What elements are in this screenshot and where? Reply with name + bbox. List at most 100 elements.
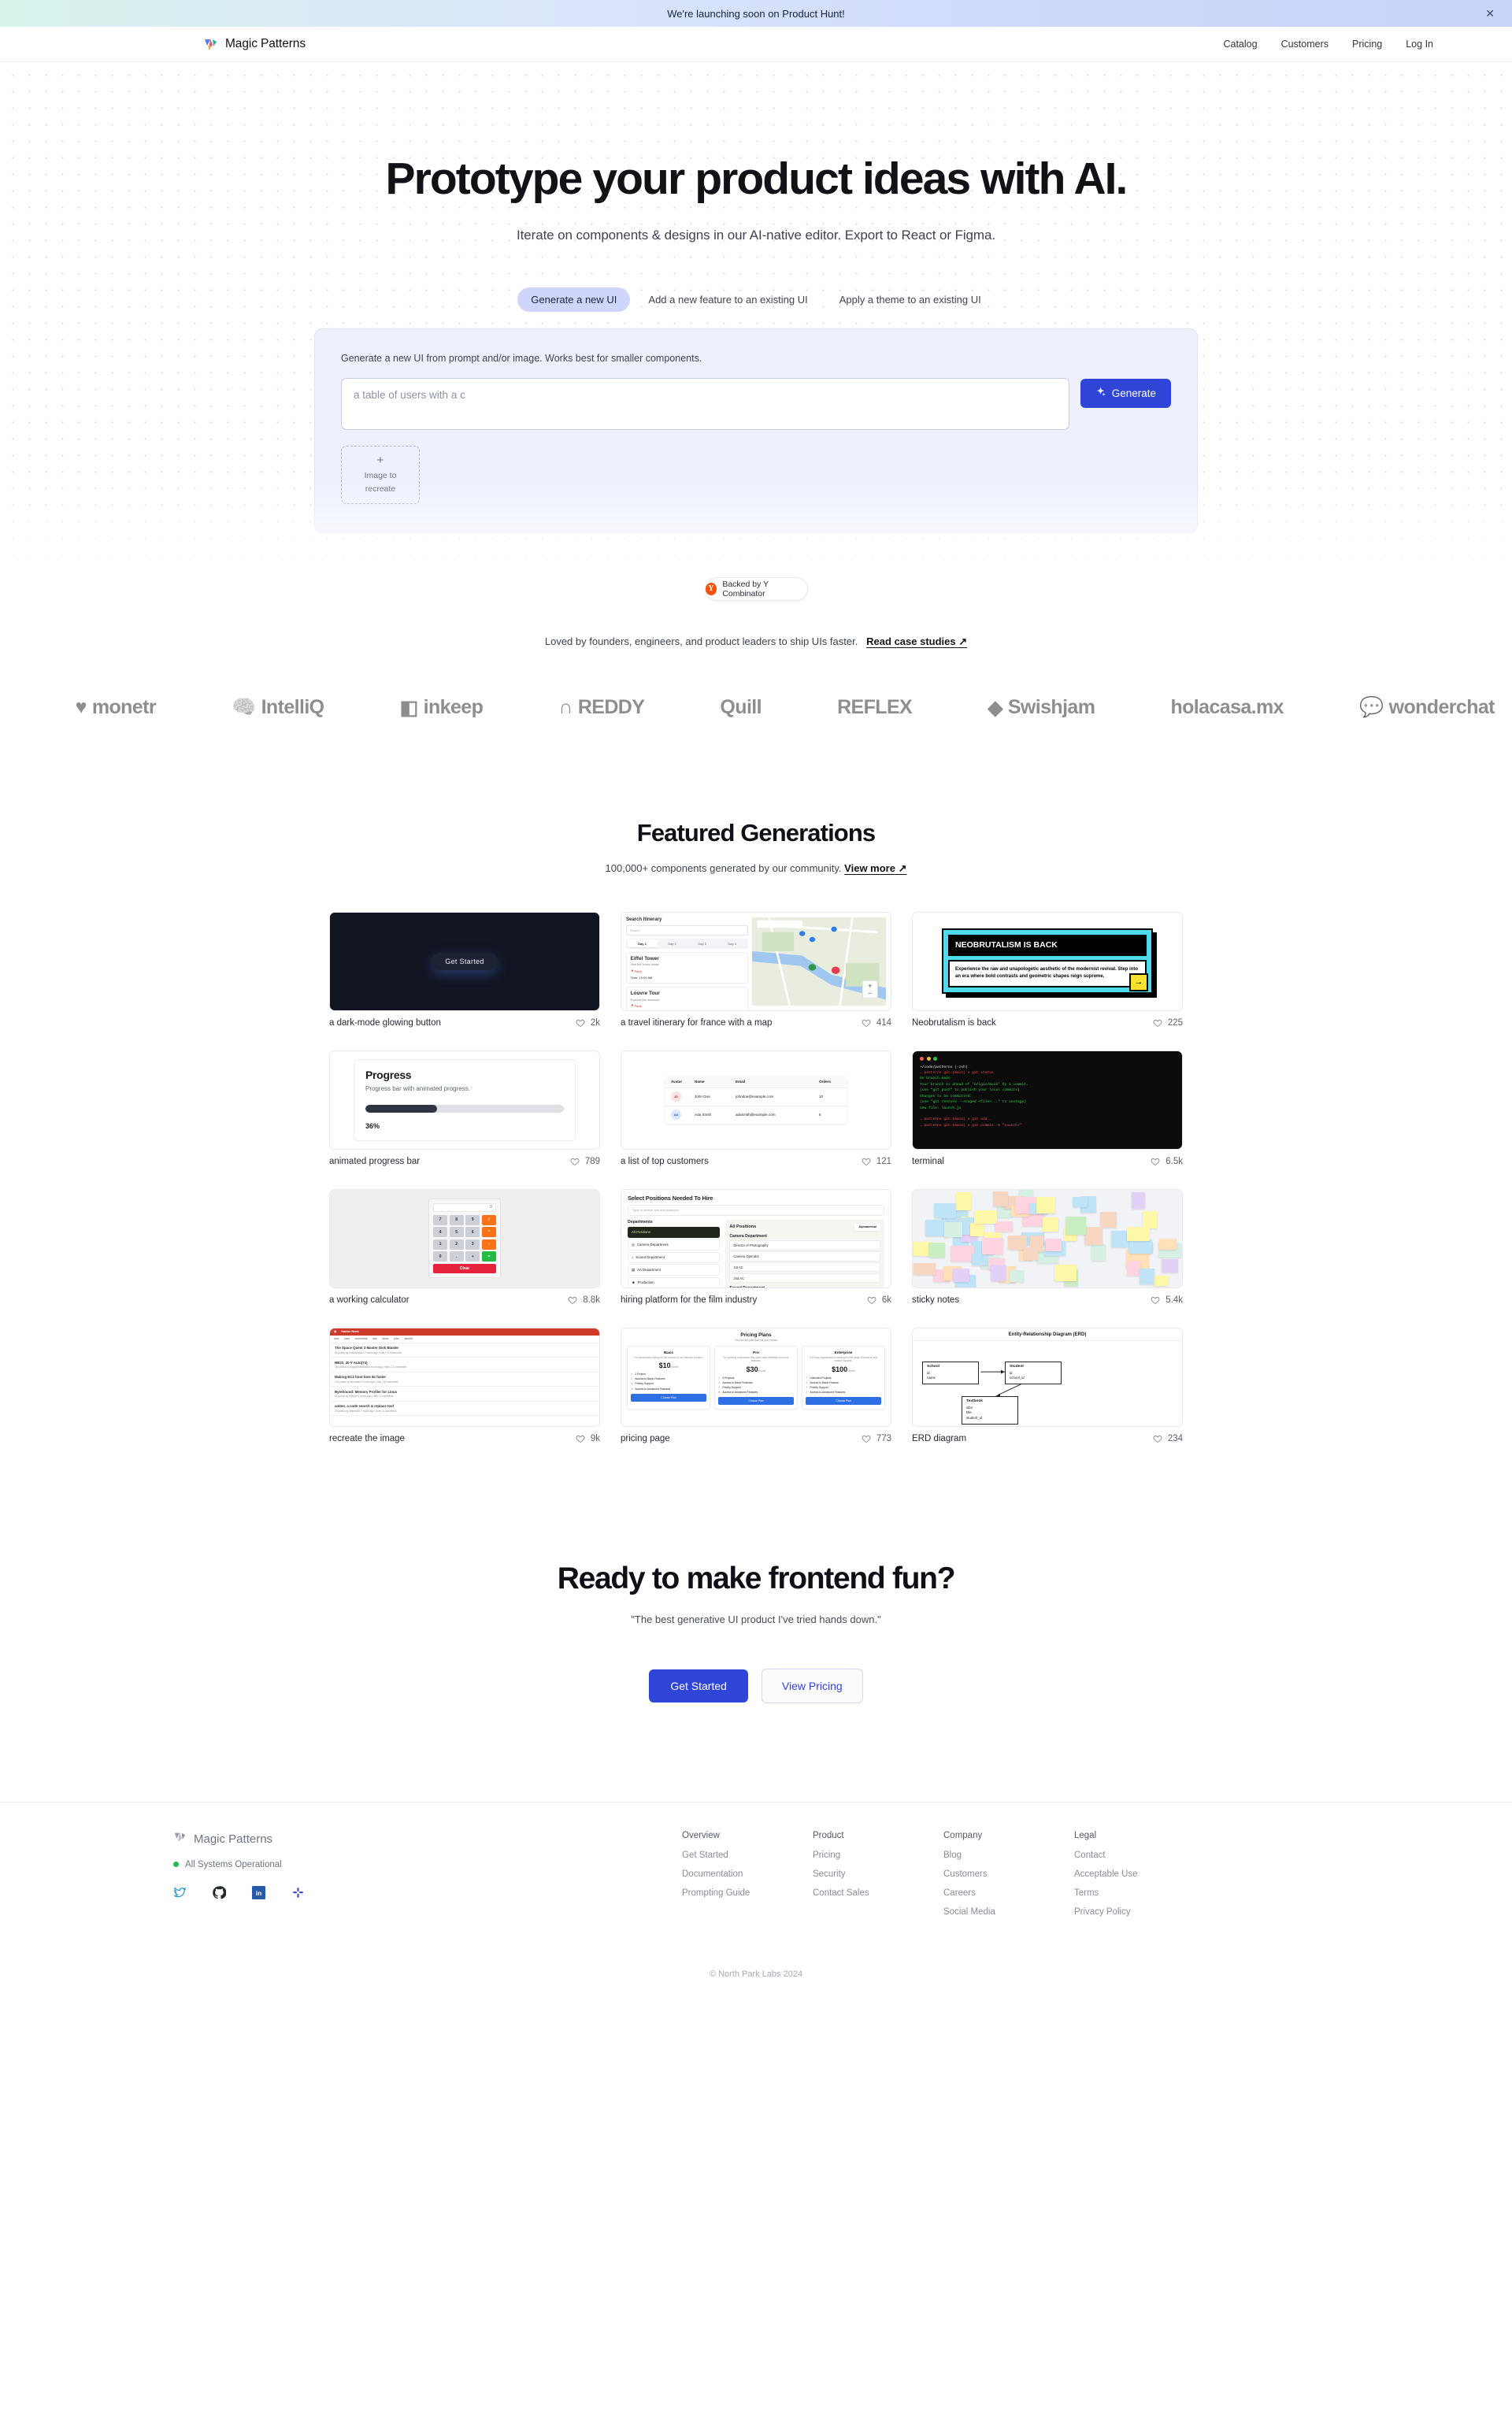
calculator-key: 8 <box>449 1214 464 1225</box>
thumb-dark-glowing-button[interactable]: Get Started <box>329 911 600 1011</box>
arch-icon: ∩ <box>558 696 573 719</box>
check-icon: ✓ <box>806 1385 808 1389</box>
like-count[interactable]: 234 <box>1153 1434 1183 1443</box>
news-nav-link: past <box>344 1337 350 1341</box>
like-count[interactable]: 414 <box>862 1018 891 1028</box>
thumb-travel-itinerary[interactable]: Search Itinerary Search Day 1 Day 2 Day … <box>621 911 891 1011</box>
image-dropzone[interactable]: + Image to recreate <box>341 445 420 504</box>
footer-link[interactable]: Contact Sales <box>813 1888 943 1898</box>
like-count[interactable]: 5.4k <box>1151 1295 1183 1305</box>
footer-link[interactable]: Acceptable Use <box>1074 1869 1205 1879</box>
role-row: 1st AC <box>729 1262 880 1273</box>
news-item: The Space Quest 3 Master Disk Blaster 82 … <box>330 1343 599 1358</box>
yc-badge[interactable]: Y Backed by Y Combinator <box>704 576 808 601</box>
erd-field: school_id <box>1010 1376 1025 1380</box>
loved-by-text-row: Loved by founders, engineers, and produc… <box>0 635 1512 648</box>
nav-link-pricing[interactable]: Pricing <box>1352 39 1382 50</box>
plan-feature: ✓ Access to Basic Feature <box>806 1381 881 1384</box>
footer-link[interactable]: Terms <box>1074 1888 1205 1898</box>
hiring-title: Select Positions Needed To Hire <box>628 1194 713 1202</box>
footer-link[interactable]: Security <box>813 1869 943 1879</box>
view-more-link[interactable]: View more ↗ <box>844 862 906 874</box>
sort-chip: Alphabetical <box>854 1223 880 1231</box>
generate-button[interactable]: Generate <box>1080 378 1171 408</box>
footer-link[interactable]: Get Started <box>682 1851 813 1860</box>
table-header-row: Avatar Name Email Orders <box>665 1076 847 1088</box>
footer-link[interactable]: Blog <box>943 1851 1074 1860</box>
sticky-note <box>974 1210 997 1224</box>
nav-link-login[interactable]: Log In <box>1406 39 1433 50</box>
nav-link-customers[interactable]: Customers <box>1281 39 1329 50</box>
dropzone-label-line1: Image to <box>364 470 397 480</box>
sticky-note <box>1127 1227 1151 1242</box>
thumb-terminal[interactable]: ~/code/patterns (-zsh) → patterns git:(ma… <box>912 1050 1183 1150</box>
copyright: © North Park Labs 2024 <box>709 1969 803 1979</box>
like-count[interactable]: 9k <box>576 1434 600 1443</box>
announcement-bar: We're launching soon on Product Hunt! ✕ <box>0 0 1512 27</box>
footer-link[interactable]: Prompting Guide <box>682 1888 813 1898</box>
card-caption: sticky notes <box>912 1295 960 1305</box>
slack-icon[interactable] <box>291 1886 305 1899</box>
sticky-note <box>1127 1260 1140 1276</box>
tab-generate-new-ui[interactable]: Generate a new UI <box>517 287 631 312</box>
avatar: JD <box>671 1091 681 1102</box>
footer-link[interactable]: Privacy Policy <box>1074 1907 1205 1917</box>
close-icon[interactable]: ✕ <box>1485 8 1495 19</box>
brand-logo[interactable]: Magic Patterns <box>203 37 306 52</box>
thumb-progress-bar[interactable]: Progress Progress bar with animated prog… <box>329 1050 600 1150</box>
prompt-input[interactable] <box>341 377 1069 430</box>
twitter-icon[interactable] <box>173 1886 187 1899</box>
generation-card: NEOBRUTALISM IS BACK Experience the raw … <box>912 911 1183 1028</box>
news-item: Making EC2 boot time 8x faster 101 points… <box>330 1373 599 1388</box>
nav-link-catalog[interactable]: Catalog <box>1223 39 1257 50</box>
status-badge[interactable]: All Systems Operational <box>173 1860 528 1869</box>
generations-grid: Get Started a dark-mode glowing button 2… <box>329 911 1183 1443</box>
footer-link[interactable]: Pricing <box>813 1851 943 1860</box>
plan-name: Basic <box>663 1350 674 1354</box>
thumb-recreate-image[interactable]: ▣ Hacker News new past comments ask show jobs… <box>329 1327 600 1427</box>
thumb-pricing-page[interactable]: Pricing Plans Choose the plan that fits … <box>621 1327 891 1427</box>
arrow-right-icon: → <box>1129 973 1148 991</box>
like-count[interactable]: 6k <box>867 1295 891 1305</box>
tab-apply-theme[interactable]: Apply a theme to an existing UI <box>826 287 995 312</box>
card-caption: terminal <box>912 1156 944 1166</box>
like-count-value: 8.8k <box>583 1295 600 1305</box>
like-count[interactable]: 225 <box>1153 1018 1183 1028</box>
thumb-customers-table[interactable]: Avatar Name Email Orders JD John Doe joh… <box>621 1050 891 1150</box>
like-count[interactable]: 2k <box>576 1018 600 1028</box>
speech-bubble-icon: 💬 <box>1359 696 1384 719</box>
footer-link[interactable]: Careers <box>943 1888 1074 1898</box>
footer-link[interactable]: Customers <box>943 1869 1074 1879</box>
plan-feature-label: 5 Projects <box>722 1376 735 1380</box>
footer-brand[interactable]: Magic Patterns <box>173 1831 528 1848</box>
day-tab: Day 1 <box>627 939 658 948</box>
tab-add-feature[interactable]: Add a new feature to an existing UI <box>635 287 821 312</box>
view-pricing-button[interactable]: View Pricing <box>761 1668 863 1703</box>
like-count[interactable]: 121 <box>862 1157 891 1166</box>
calculator-key: 3 <box>465 1239 480 1250</box>
news-item-title: Bytehound: Memory Profiler for Linux <box>335 1389 398 1394</box>
thumb-hiring-platform[interactable]: Select Positions Needed To Hire Type to … <box>621 1188 891 1288</box>
logo-inkeep-text: inkeep <box>423 696 484 719</box>
get-started-button[interactable]: Get Started <box>649 1669 748 1702</box>
role-row: Director of Photography <box>729 1240 880 1250</box>
footer-link[interactable]: Social Media <box>943 1907 1074 1917</box>
top-navigation: Magic Patterns Catalog Customers Pricing… <box>0 27 1512 62</box>
logo-holacasa-text: holacasa.mx <box>1170 696 1284 719</box>
linkedin-icon[interactable]: in <box>252 1885 265 1899</box>
logo-quill-text: Quill <box>720 696 762 719</box>
like-count[interactable]: 6.5k <box>1151 1157 1183 1166</box>
read-case-studies-link[interactable]: Read case studies ↗ <box>866 635 967 647</box>
thumb-erd-diagram[interactable]: Entity-Relationship Diagram (ERD) School… <box>912 1327 1183 1427</box>
footer-link[interactable]: Contact <box>1074 1851 1205 1860</box>
like-count[interactable]: 789 <box>570 1157 600 1166</box>
footer-link[interactable]: Documentation <box>682 1869 813 1879</box>
itinerary-title: Search Itinerary <box>626 917 662 922</box>
like-count[interactable]: 8.8k <box>568 1295 600 1305</box>
like-count[interactable]: 773 <box>862 1434 891 1443</box>
department-item: ◎ Camera Department <box>628 1239 721 1251</box>
thumb-calculator[interactable]: 0 7 8 9/ 4 5 6 * 1 2 3- 0. + = Clear <box>329 1188 600 1288</box>
thumb-neobrutalism[interactable]: NEOBRUTALISM IS BACK Experience the raw … <box>912 911 1183 1011</box>
github-icon[interactable] <box>213 1885 226 1899</box>
thumb-sticky-notes[interactable] <box>912 1188 1183 1288</box>
